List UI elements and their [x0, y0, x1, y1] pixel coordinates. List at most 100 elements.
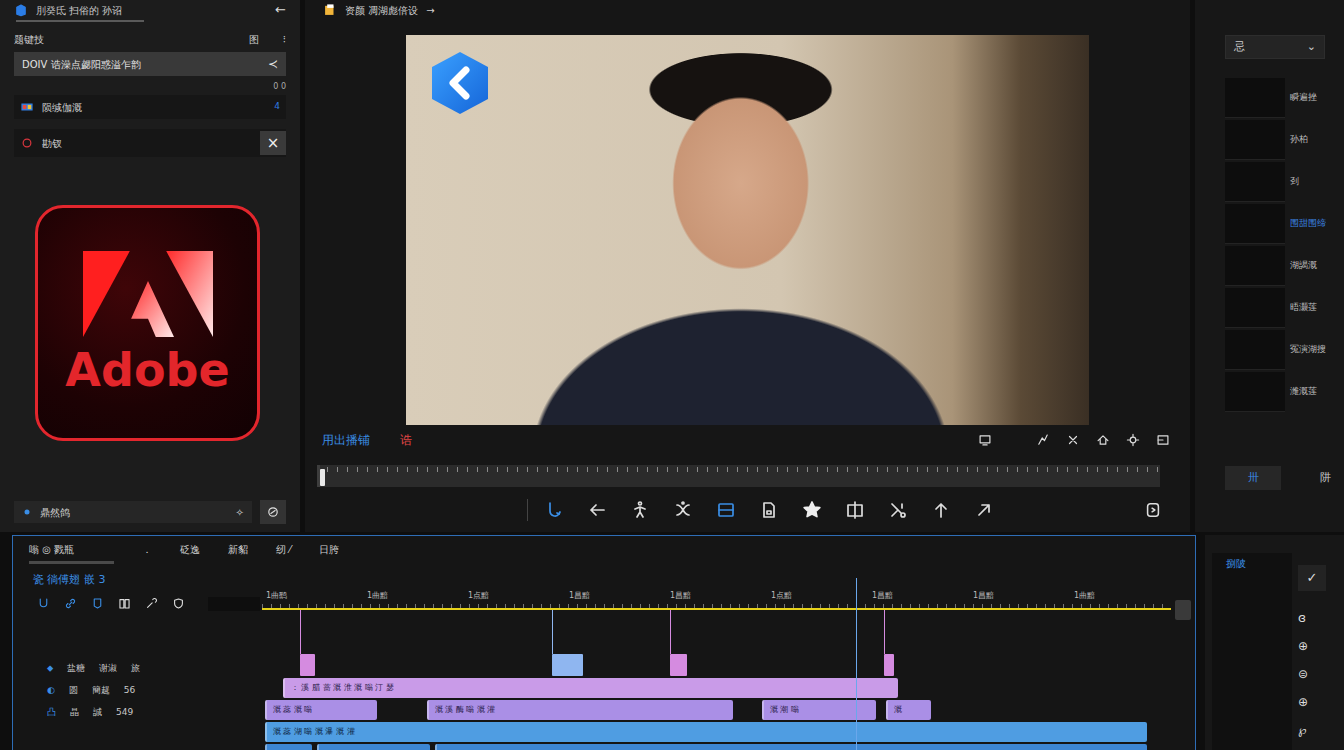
record-icon — [20, 136, 34, 150]
effect-item[interactable]: ⊕ — [1298, 693, 1326, 713]
property-item[interactable]: 潍溉莲 — [1225, 371, 1334, 413]
timeline-tab[interactable]: ． — [142, 542, 152, 564]
timeline-tab[interactable]: 新貂 — [228, 542, 248, 564]
timeline-tab[interactable]: 纫 ⁄ — [276, 542, 291, 564]
timeline-clip[interactable]: 溉 溪 酶 嗡 溉 灌 — [427, 700, 733, 720]
item-counter: 0 0 — [14, 81, 286, 93]
curve-icon[interactable] — [544, 500, 564, 520]
shuffle-icon[interactable] — [673, 500, 693, 520]
scrub-bar[interactable] — [317, 465, 1160, 487]
scissors-icon[interactable] — [1066, 433, 1080, 447]
back-button[interactable]: ← — [275, 0, 286, 20]
timeline-clip[interactable]: 溉 蕊 湖 嗡 溉 瀑 溉 灌 — [265, 722, 1148, 742]
document-icon[interactable] — [759, 500, 779, 520]
export-icon[interactable] — [1156, 433, 1170, 447]
book-icon[interactable] — [118, 597, 131, 610]
effect-item[interactable]: ⊕ — [1298, 637, 1326, 657]
shield-icon[interactable] — [172, 597, 185, 610]
section-button[interactable]: 图 — [249, 32, 259, 47]
split-icon[interactable] — [845, 500, 865, 520]
playhead[interactable] — [856, 578, 857, 750]
effect-item[interactable]: ℘ — [1298, 721, 1326, 741]
timeline-clip[interactable] — [435, 744, 1148, 750]
zoom-field[interactable] — [208, 597, 260, 611]
figure-icon[interactable] — [630, 500, 650, 520]
timeline-tab[interactable]: 日胯 — [319, 542, 339, 564]
property-label: 晤灏莲 — [1290, 301, 1317, 315]
property-label: 潍溉莲 — [1290, 385, 1317, 399]
close-button[interactable]: × — [260, 131, 286, 155]
timeline-clip[interactable] — [317, 744, 431, 750]
timeline-clip[interactable]: 溉 潮 嗡 — [762, 700, 876, 720]
folder-icon — [323, 3, 337, 17]
up-arrow-icon[interactable] — [931, 500, 951, 520]
cut-icon[interactable] — [888, 500, 908, 520]
properties-panel: 忌⌄瞬遍挫孙柏刭围甜围缔湖謁溉晤灏莲冤演湖搜潍溉莲卅阱 — [1195, 0, 1344, 532]
timeline-scrollbar[interactable] — [1171, 564, 1195, 750]
adobe-mark-icon — [83, 251, 213, 337]
property-item[interactable]: 孙柏 — [1225, 119, 1334, 161]
forward-button[interactable]: → — [426, 3, 434, 18]
back-arrow-icon[interactable] — [587, 500, 607, 520]
dropdown-arrow[interactable]: ⌄ — [1307, 39, 1316, 56]
track-label: 誠 — [93, 706, 102, 720]
magnet-icon[interactable] — [37, 597, 50, 610]
search-field[interactable]: DOIV 诰澡点勰阳惑溢乍韵≺ — [14, 52, 286, 76]
preset-dropdown[interactable]: 忌⌄ — [1225, 35, 1325, 59]
link-icon[interactable] — [64, 597, 77, 610]
footer-value: 鼎然鸽 — [40, 505, 228, 520]
viewer-info-row: 用出播铺诰 — [305, 429, 1190, 451]
effect-item[interactable]: ɞ — [1298, 609, 1326, 629]
film-icon[interactable] — [716, 500, 736, 520]
timeline-clip[interactable]: 溉 蕊 溉 嗡 — [265, 700, 378, 720]
screen-icon[interactable] — [978, 433, 992, 447]
timeline-tab[interactable]: 砭逸 — [180, 542, 200, 564]
track-header: ⬥盐糖谢淑旅 — [13, 659, 262, 679]
property-item[interactable]: 湖謁溉 — [1225, 245, 1334, 287]
settings-button[interactable] — [260, 500, 286, 524]
more-button[interactable]: ⁝ — [283, 32, 286, 47]
property-item[interactable]: 瞬遍挫 — [1225, 77, 1334, 119]
timeline-marker[interactable] — [552, 654, 583, 676]
timeline-marker[interactable] — [670, 654, 686, 676]
track-name: 圆 — [69, 684, 78, 698]
panel-button[interactable]: 阱 — [1297, 466, 1344, 490]
timecode: 用出播铺 — [322, 431, 370, 449]
property-item[interactable]: 围甜围缔 — [1225, 203, 1334, 245]
property-item[interactable]: 冤演湖搜 — [1225, 329, 1334, 371]
media-item[interactable]: 陨缄伽溉4 — [14, 95, 286, 119]
search-button[interactable]: ≺ — [268, 55, 278, 73]
timeline-marker[interactable] — [884, 654, 894, 676]
timeline-clip[interactable]: ： 溪 腊 蔷 溉 淮 溉 嗡 汀 瑟 — [283, 678, 898, 698]
effect-item[interactable]: ⊜ — [1298, 665, 1326, 685]
track-header: 凸晶誠549 — [13, 703, 262, 723]
panel-button[interactable]: 卅 — [1225, 466, 1281, 490]
apply-button[interactable]: ✓ — [1298, 565, 1326, 591]
star-icon[interactable] — [802, 500, 822, 520]
gear-icon[interactable] — [1126, 433, 1140, 447]
dropdown-value: 忌 — [1234, 39, 1245, 56]
footer-field[interactable]: 鼎然鸽 ✧ — [14, 501, 252, 523]
timeline-track: 溉 蕊 湖 嗡 溉 瀑 溉 灌 — [262, 722, 1171, 742]
ruler-label: 1昌黯 — [969, 590, 1070, 608]
wrench-icon[interactable] — [145, 597, 158, 610]
timeline-marker[interactable] — [300, 654, 315, 676]
home-icon[interactable] — [1096, 433, 1110, 447]
export-icon[interactable] — [1144, 501, 1162, 519]
media-item[interactable]: 勘钗× — [14, 129, 286, 157]
sparkle-button[interactable]: ✧ — [236, 505, 244, 520]
arrow-icon[interactable] — [1036, 433, 1050, 447]
track-headers: 瓷 徜傅翅 嵌 3⬥盐糖谢淑旅◐圆簡趧56凸晶誠549 — [13, 564, 262, 750]
circle-icon[interactable] — [266, 505, 280, 519]
timeline-clip[interactable] — [265, 744, 312, 750]
diagonal-arrow-icon[interactable] — [974, 500, 994, 520]
playhead-handle[interactable] — [320, 469, 325, 486]
timeline-tab[interactable]: 嗡 ◎ 戮瓶 — [29, 542, 114, 564]
property-item[interactable]: 晤灏莲 — [1225, 287, 1334, 329]
marker-icon[interactable] — [91, 597, 104, 610]
timeline-canvas[interactable]: 1曲鹞1曲黯1点黯1昌黯1昌黯1点黯1昌黯1昌黯1曲黯： 溪 腊 蔷 溉 淮 溉… — [262, 564, 1171, 750]
track-icon: ⬥ — [47, 662, 53, 676]
property-item[interactable]: 刭 — [1225, 161, 1334, 203]
timeline-clip[interactable]: 溉 — [886, 700, 931, 720]
track-label: 谢淑 — [99, 662, 117, 676]
